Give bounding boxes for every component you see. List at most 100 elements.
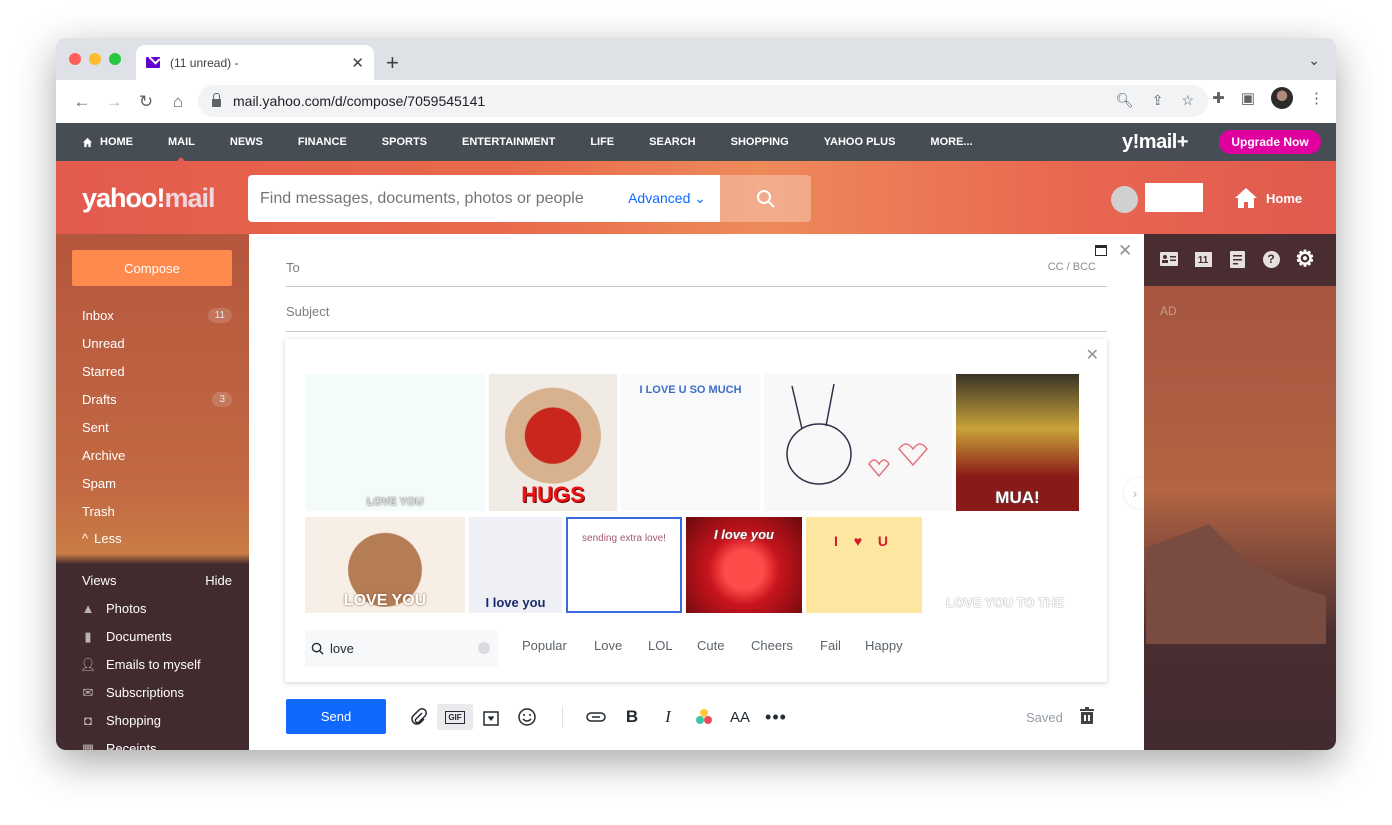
settings-gear-icon[interactable]: ⚙ bbox=[1295, 246, 1315, 271]
nav-search[interactable]: SEARCH bbox=[649, 136, 695, 148]
nav-home[interactable]: HOME bbox=[82, 136, 133, 148]
back-button[interactable]: ← bbox=[66, 92, 98, 112]
view-documents[interactable]: ▮ Documents bbox=[80, 629, 171, 645]
clear-search-icon[interactable] bbox=[478, 642, 490, 654]
carousel-next-chevron-icon[interactable]: › bbox=[1124, 478, 1146, 508]
gif-item[interactable]: I LOVE U SO MUCH bbox=[621, 374, 760, 511]
gif-item[interactable] bbox=[764, 374, 952, 511]
less-toggle[interactable]: ^ Less bbox=[82, 531, 232, 546]
browser-menu-icon[interactable]: ⋮ bbox=[1309, 89, 1324, 107]
view-subscriptions[interactable]: ✉︎ Subscriptions bbox=[80, 685, 185, 701]
nav-mail[interactable]: MAIL bbox=[168, 136, 195, 162]
view-emails-to-myself[interactable]: 👤︎ Emails to myself bbox=[80, 657, 201, 673]
extensions-puzzle-icon[interactable]: ✚ bbox=[1212, 89, 1225, 107]
emoji-smiley-icon[interactable] bbox=[509, 704, 545, 730]
help-icon[interactable]: ? bbox=[1262, 250, 1280, 268]
gif-category-happy[interactable]: Happy bbox=[865, 638, 903, 653]
browser-tab[interactable]: (11 unread) - ✕ bbox=[136, 45, 374, 80]
side-panel-icon[interactable]: ▣ bbox=[1241, 89, 1255, 107]
attach-paperclip-icon[interactable] bbox=[401, 704, 437, 730]
folder-unread[interactable]: Unread bbox=[82, 336, 232, 351]
maximize-window-button[interactable] bbox=[109, 53, 121, 65]
new-tab-button[interactable]: + bbox=[386, 50, 399, 76]
home-button[interactable]: ⌂ bbox=[162, 92, 194, 112]
advanced-search-button[interactable]: Advanced ⌄ bbox=[628, 190, 706, 207]
nav-finance[interactable]: FINANCE bbox=[298, 136, 347, 148]
notepad-icon[interactable] bbox=[1228, 250, 1246, 268]
stationery-card-icon[interactable] bbox=[473, 704, 509, 730]
address-bar[interactable]: mail.yahoo.com/d/compose/7059545141 🔍︎ ⇪… bbox=[198, 85, 1208, 117]
home-link[interactable]: Home bbox=[1234, 187, 1302, 209]
gif-item[interactable]: LOVE YOU TO THE bbox=[930, 517, 1080, 613]
hide-views-button[interactable]: Hide bbox=[205, 573, 232, 588]
zoom-search-icon[interactable]: 🔍︎ bbox=[1116, 92, 1134, 109]
view-shopping[interactable]: ◘ Shopping bbox=[80, 713, 161, 728]
mail-search-box: Advanced ⌄ bbox=[248, 175, 720, 222]
gif-category-love[interactable]: Love bbox=[594, 638, 622, 653]
view-photos[interactable]: ▲ Photos bbox=[80, 601, 147, 616]
to-field[interactable]: To bbox=[286, 260, 300, 275]
nav-yahoo-plus[interactable]: YAHOO PLUS bbox=[824, 136, 896, 148]
send-button[interactable]: Send bbox=[286, 699, 386, 734]
search-button[interactable] bbox=[720, 175, 811, 222]
close-compose-icon[interactable]: ✕ bbox=[1118, 241, 1132, 261]
insert-link-icon[interactable] bbox=[578, 704, 614, 730]
gif-category-lol[interactable]: LOL bbox=[648, 638, 673, 653]
cc-bcc-button[interactable]: CC / BCC bbox=[1048, 261, 1096, 273]
gif-category-fail[interactable]: Fail bbox=[820, 638, 841, 653]
folder-sent[interactable]: Sent bbox=[82, 420, 232, 435]
close-gif-picker-icon[interactable]: ✕ bbox=[1086, 345, 1099, 365]
nav-entertainment[interactable]: ENTERTAINMENT bbox=[462, 136, 555, 148]
close-window-button[interactable] bbox=[69, 53, 81, 65]
contacts-icon[interactable] bbox=[1160, 250, 1178, 268]
gif-item[interactable]: MUA! bbox=[956, 374, 1079, 511]
folder-archive[interactable]: Archive bbox=[82, 448, 232, 463]
gif-category-cute[interactable]: Cute bbox=[697, 638, 724, 653]
mail-search-input[interactable] bbox=[260, 189, 629, 208]
gif-button-icon[interactable]: GIF bbox=[437, 704, 473, 730]
gif-category-cheers[interactable]: Cheers bbox=[751, 638, 793, 653]
tab-close-icon[interactable]: ✕ bbox=[351, 54, 364, 72]
reload-button[interactable]: ↻ bbox=[130, 92, 162, 112]
view-receipts[interactable]: ▦ Receipts bbox=[80, 741, 157, 751]
gif-category-popular[interactable]: Popular bbox=[522, 638, 567, 653]
italic-icon[interactable]: I bbox=[650, 704, 686, 730]
folder-drafts[interactable]: Drafts 3 bbox=[82, 392, 232, 407]
nav-life[interactable]: LIFE bbox=[590, 136, 614, 148]
profile-avatar[interactable] bbox=[1271, 87, 1293, 109]
discard-draft-trash-icon[interactable] bbox=[1079, 707, 1095, 730]
font-size-icon[interactable]: AA bbox=[722, 704, 758, 730]
nav-more[interactable]: MORE... bbox=[930, 136, 972, 148]
gif-item-selected[interactable]: sending extra love! bbox=[566, 517, 682, 613]
bold-icon[interactable]: B bbox=[614, 704, 650, 730]
minimize-window-button[interactable] bbox=[89, 53, 101, 65]
share-icon[interactable]: ⇪ bbox=[1152, 92, 1164, 109]
text-color-icon[interactable] bbox=[686, 704, 722, 730]
compose-button[interactable]: Compose bbox=[72, 250, 232, 286]
folder-inbox[interactable]: Inbox 11 bbox=[82, 308, 232, 323]
gif-item[interactable]: I ♥ U bbox=[806, 517, 922, 613]
gif-item[interactable]: LOVE YOU bbox=[305, 374, 485, 511]
user-avatar[interactable] bbox=[1111, 186, 1138, 213]
gif-item[interactable]: LOVE YOU bbox=[305, 517, 465, 613]
gif-item[interactable]: I love you bbox=[686, 517, 802, 613]
bookmark-star-icon[interactable]: ☆ bbox=[1181, 92, 1194, 109]
subject-field[interactable]: Subject bbox=[286, 304, 329, 319]
folder-trash[interactable]: Trash bbox=[82, 504, 232, 519]
user-name-redacted[interactable] bbox=[1145, 183, 1203, 212]
tab-search-chevron-icon[interactable]: ⌄ bbox=[1308, 52, 1320, 69]
nav-news[interactable]: NEWS bbox=[230, 136, 263, 148]
folder-spam[interactable]: Spam bbox=[82, 476, 232, 491]
upgrade-now-button[interactable]: Upgrade Now bbox=[1219, 130, 1321, 154]
more-options-icon[interactable]: ••• bbox=[758, 704, 794, 730]
maximize-compose-icon[interactable] bbox=[1095, 245, 1107, 256]
gif-item[interactable]: HUGS bbox=[489, 374, 617, 511]
nav-sports[interactable]: SPORTS bbox=[382, 136, 427, 148]
gif-search-input[interactable] bbox=[330, 641, 470, 656]
forward-button[interactable]: → bbox=[98, 92, 130, 112]
folder-starred[interactable]: Starred bbox=[82, 364, 232, 379]
calendar-icon[interactable]: 11 bbox=[1194, 250, 1212, 268]
nav-shopping[interactable]: SHOPPING bbox=[731, 136, 789, 148]
yahoo-mail-logo[interactable]: yahoo!mail bbox=[82, 183, 216, 214]
gif-item[interactable]: I love you bbox=[469, 517, 562, 613]
